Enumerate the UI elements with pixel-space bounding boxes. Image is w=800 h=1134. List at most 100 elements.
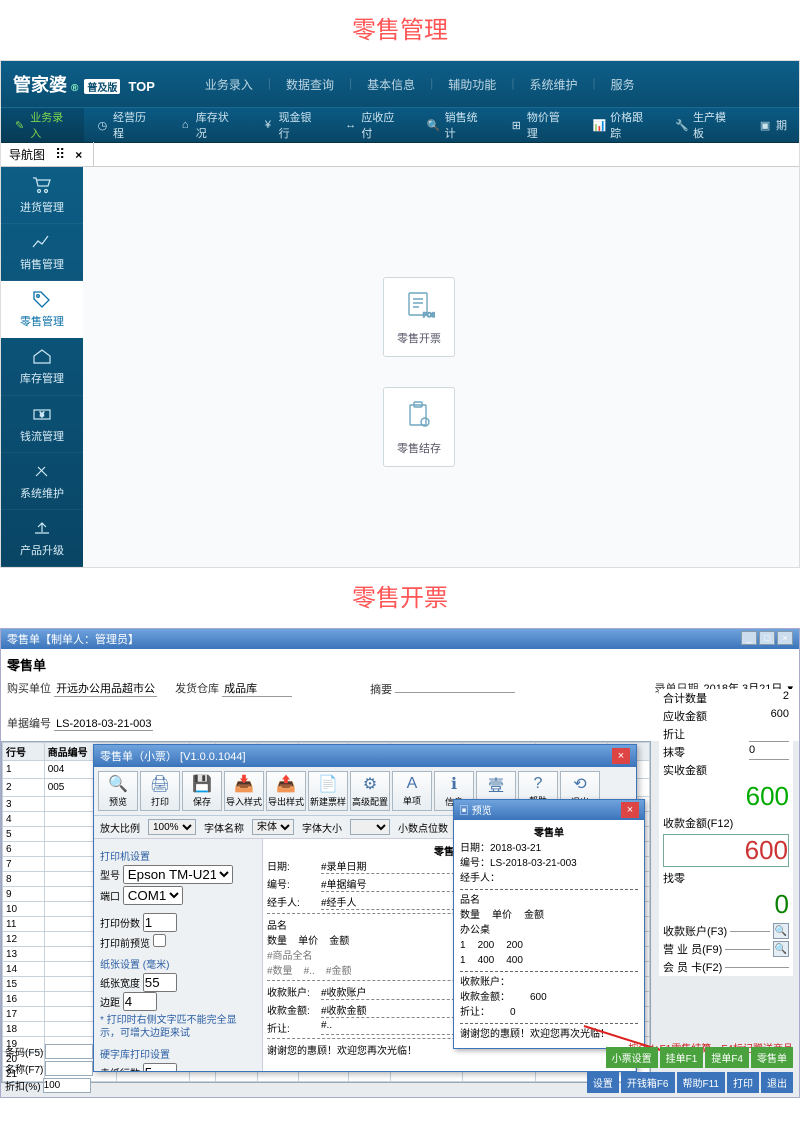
svg-text:¥: ¥ [40,412,44,419]
dialog-toolbar-button[interactable]: 💾保存 [182,771,222,811]
money-icon: ¥ [31,404,53,424]
toolbar-item[interactable]: ⌂库存状况 [167,108,250,142]
zoom-select[interactable]: 100% [148,819,196,835]
action-button[interactable]: 设置 [587,1072,619,1093]
toolbar-item[interactable]: ¥现金银行 [249,108,332,142]
sidebar-item-inventory[interactable]: 库存管理 [1,338,83,395]
printer-model-select[interactable]: Epson TM-U210PD 硬字库 [123,865,233,884]
paper-width-input[interactable] [143,973,177,992]
app-retail-invoice: 零售单【制单人：管理员】 _ □ × 零售单 购买单位 开远办公用品超市公 发货… [0,628,800,1098]
summary-field[interactable] [395,692,515,693]
dialog-toolbar-button[interactable]: A单项 [392,771,432,811]
sidebar-item-cashflow[interactable]: ¥钱流管理 [1,396,83,453]
topmenu-item[interactable]: 辅助功能 [438,72,506,97]
svg-text:POS: POS [423,313,435,319]
sidebar-item-system[interactable]: 系统维护 [1,453,83,510]
dialog-close-button[interactable]: × [612,748,630,764]
change-amount: 0 [659,887,793,922]
employee-field[interactable] [725,949,770,950]
warehouse-field[interactable]: 成品库 [222,680,292,697]
member-card-field[interactable] [725,967,789,968]
action-button[interactable]: 打印 [727,1072,759,1093]
minimize-button[interactable]: _ [741,631,757,645]
dialog-toolbar-button[interactable]: 🖨打印 [140,771,180,811]
topmenu-item[interactable]: 基本信息 [357,72,425,97]
arrows-icon: ↔ [344,118,357,132]
section-title-2: 零售开票 [0,568,800,628]
tile-retail-settle[interactable]: 零售结存 [383,387,455,467]
payment-input[interactable] [663,834,789,867]
action-button[interactable]: 零售单 [751,1047,793,1068]
trend-icon [31,232,53,252]
invoice-icon: POS [402,288,436,322]
toolbar-item[interactable]: ⊞物价管理 [498,108,581,142]
tab-nav[interactable]: 导航图 ⠿ × [1,142,94,167]
action-button[interactable]: 小票设置 [606,1047,658,1068]
toolbar-item[interactable]: ✎业务录入 [1,108,84,142]
topbar: 管家婆® 普及版 TOP 业务录入| 数据查询| 基本信息| 辅助功能| 系统维… [1,61,799,107]
lookup-icon[interactable]: 🔍 [773,941,789,957]
port-select[interactable]: COM1 [123,886,183,905]
sidebar-item-retail[interactable]: 零售管理 [1,281,83,338]
sidebar-item-upgrade[interactable]: 产品升级 [1,510,83,567]
topmenu-item[interactable]: 业务录入 [195,72,263,97]
name-input[interactable] [45,1061,93,1076]
sidebar-item-purchase[interactable]: 进货管理 [1,167,83,224]
toolbar-item[interactable]: 🔧生产模板 [663,108,746,142]
dialog-toolbar-button[interactable]: 🔍预览 [98,771,138,811]
dialog-toolbar-button[interactable]: 📥导入样式 [224,771,264,811]
toolbar-item[interactable]: ▣期 [746,108,799,142]
tab-close-icon[interactable]: × [75,148,85,162]
account-field[interactable] [730,931,770,932]
chart-icon: 📊 [592,118,606,132]
action-button[interactable]: 开钱箱F6 [621,1072,675,1093]
buyer-field[interactable]: 开远办公用品超市公 [54,680,157,697]
box-icon: ▣ [758,118,772,132]
tile-retail-invoice[interactable]: POS 零售开票 [383,277,455,357]
barcode-input[interactable] [45,1044,93,1059]
preview-title: ▣ 预览 [459,802,492,818]
dialog-left-panel: 打印机设置 型号 Epson TM-U210PD 硬字库 端口 COM1 打印份… [94,839,262,1071]
toolbar-item[interactable]: ↔应收应付 [332,108,415,142]
topmenu-item[interactable]: 系统维护 [519,72,587,97]
feed-input[interactable] [143,1063,177,1071]
action-button[interactable]: 帮助F11 [677,1072,726,1093]
maximize-button[interactable]: □ [759,631,775,645]
canvas: POS 零售开票 零售结存 [83,167,799,567]
font-select[interactable]: 宋体 [252,819,294,835]
copies-input[interactable] [143,913,177,932]
action-button[interactable]: 提单F4 [705,1047,749,1068]
dialog-titlebar[interactable]: 零售单（小票） [V1.0.0.1044] × [94,745,636,767]
discount-pct-input[interactable] [43,1078,91,1093]
tab-dropdown-icon[interactable]: ⠿ [49,146,71,163]
toolbar-item[interactable]: ◷经营历程 [84,108,167,142]
preview-close-button[interactable]: × [621,802,639,818]
dialog-toolbar-button[interactable]: 📤导出样式 [266,771,306,811]
lookup-icon[interactable]: 🔍 [773,923,789,939]
sidebar-item-sales[interactable]: 销售管理 [1,224,83,281]
topmenu-item[interactable]: 数据查询 [276,72,344,97]
document-title: 零售单 [7,655,793,674]
receivable-amount: 600 [659,779,793,814]
topmenu-item[interactable]: 服务 [601,72,645,97]
app-retail-management: 管家婆® 普及版 TOP 业务录入| 数据查询| 基本信息| 辅助功能| 系统维… [0,60,800,568]
tools-icon [31,461,53,481]
tag-icon: ⊞ [510,118,523,132]
upload-icon [31,518,53,538]
app-logo: 管家婆® 普及版 TOP [13,71,155,97]
preview-checkbox[interactable] [153,934,166,947]
window-titlebar: 零售单【制单人：管理员】 _ □ × [1,629,799,649]
dialog-toolbar-button[interactable]: ⚙高级配置 [350,771,390,811]
rounding-input[interactable]: 0 [749,744,789,760]
toolbar-item[interactable]: 🔍销售统计 [415,108,498,142]
discount-input[interactable] [749,726,789,742]
size-select[interactable] [350,819,390,835]
docno-field[interactable]: LS-2018-03-21-003 [54,718,153,731]
close-button[interactable]: × [777,631,793,645]
margin-input[interactable] [123,992,157,1011]
action-button[interactable]: 退出 [761,1072,793,1093]
action-button[interactable]: 挂单F1 [660,1047,704,1068]
dialog-toolbar-button[interactable]: 📄新建票样 [308,771,348,811]
toolbar-item[interactable]: 📊价格跟踪 [580,108,663,142]
clipboard-icon [402,398,436,432]
